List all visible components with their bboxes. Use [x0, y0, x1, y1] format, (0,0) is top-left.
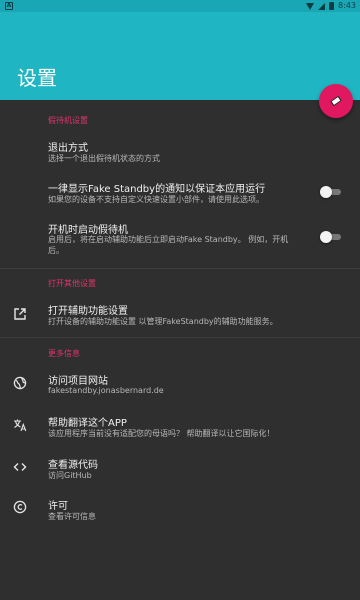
settings-item-source-code[interactable]: 查看源代码 访问GitHub [0, 451, 360, 489]
always-notify-title: 一律显示Fake Standby的通知以保证本应用运行 [48, 184, 266, 195]
source-code-title: 查看源代码 [48, 460, 98, 471]
copyright-icon [13, 500, 27, 514]
notification-icon: A [5, 2, 13, 10]
exit-mode-title: 退出方式 [48, 143, 88, 154]
boot-start-subtitle: 启用后，将在启动辅助功能后立即启动Fake Standby。 例如，开机后。 [48, 235, 289, 255]
page-title: 设置 [17, 66, 57, 90]
settings-item-license[interactable]: 许可 查看许可信息 [0, 492, 360, 530]
license-subtitle: 查看许可信息 [48, 512, 96, 521]
boot-start-toggle[interactable] [320, 231, 342, 243]
status-time: 8:43 [338, 1, 356, 10]
standby-fab-button[interactable] [319, 84, 353, 118]
section-header-standby: 假待机设置 [48, 116, 88, 125]
phone-standby-icon [330, 96, 342, 106]
section-header-other: 打开其他设置 [48, 279, 96, 288]
settings-item-boot-start[interactable]: 开机时启动假待机 启用后，将在启动辅助功能后立即启动Fake Standby。 … [0, 214, 360, 266]
settings-item-translate[interactable]: 帮助翻译这个APP 该应用程序当前没有适配您的母语吗？ 帮助翻译以让它国际化！ [0, 409, 360, 447]
globe-icon [13, 376, 27, 390]
accessibility-subtitle: 打开设备的辅助功能设置 以管理FakeStandby的辅助功能服务。 [48, 317, 278, 326]
toggle-thumb [320, 231, 332, 243]
translate-subtitle: 该应用程序当前没有适配您的母语吗？ 帮助翻译以让它国际化！ [48, 429, 275, 438]
source-code-subtitle: 访问GitHub [48, 471, 92, 480]
exit-mode-subtitle: 选择一个退出假待机状态的方式 [48, 154, 160, 163]
translate-title: 帮助翻译这个APP [48, 418, 127, 429]
always-notify-subtitle: 如果您的设备不支持自定义快速设置小部件，请使用此选项。 [48, 195, 264, 204]
divider [0, 268, 360, 269]
battery-icon [329, 2, 335, 10]
always-notify-toggle[interactable] [320, 186, 342, 198]
status-bar: A 8:43 [0, 0, 360, 12]
toggle-thumb [320, 186, 332, 198]
signal-icon [318, 2, 326, 10]
settings-item-always-notify[interactable]: 一律显示Fake Standby的通知以保证本应用运行 如果您的设备不支持自定义… [0, 173, 360, 213]
wifi-icon [306, 2, 315, 10]
app-bar: 设置 [0, 12, 360, 100]
code-icon [13, 463, 27, 471]
translate-icon [14, 419, 27, 432]
website-title: 访问项目网站 [48, 376, 108, 387]
open-in-new-icon [14, 308, 26, 320]
website-subtitle: fakestandby.jonasbernard.de [48, 386, 164, 395]
accessibility-title: 打开辅助功能设置 [48, 306, 128, 317]
license-title: 许可 [48, 501, 68, 512]
section-header-more: 更多信息 [48, 349, 80, 358]
divider [0, 337, 360, 338]
settings-item-exit-mode[interactable]: 退出方式 选择一个退出假待机状态的方式 [0, 133, 360, 173]
settings-item-accessibility[interactable]: 打开辅助功能设置 打开设备的辅助功能设置 以管理FakeStandby的辅助功能… [0, 296, 360, 334]
settings-item-website[interactable]: 访问项目网站 fakestandby.jonasbernard.de [0, 366, 360, 404]
